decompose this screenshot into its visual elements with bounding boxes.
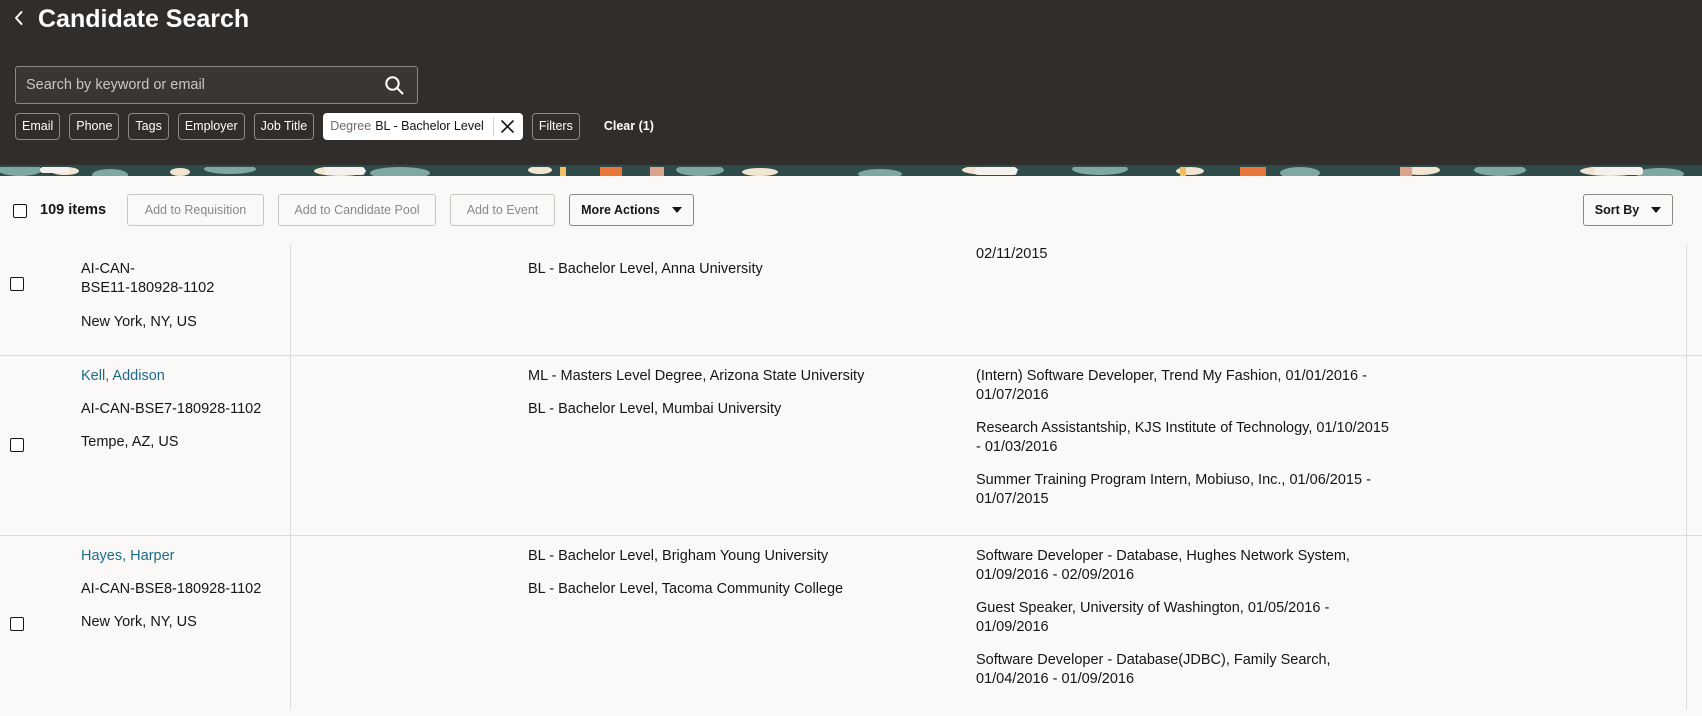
more-actions-button[interactable]: More Actions xyxy=(569,194,694,226)
caret-down-icon xyxy=(1651,207,1662,213)
add-to-candidate-pool-button[interactable]: Add to Candidate Pool xyxy=(278,194,436,226)
candidate-name-link[interactable]: Hayes, Harper xyxy=(81,547,261,566)
candidate-location: Tempe, AZ, US xyxy=(81,434,179,450)
add-to-requisition-button[interactable]: Add to Requisition xyxy=(127,194,264,226)
experience-item: Software Developer - Database, Hughes Ne… xyxy=(976,548,1350,583)
row-checkbox[interactable] xyxy=(10,438,24,452)
remove-filter-button[interactable] xyxy=(500,113,522,140)
filter-chip-degree-label: Degree xyxy=(330,119,372,133)
experience-item: (Intern) Software Developer, Trend My Fa… xyxy=(976,368,1367,403)
filter-chip-tags[interactable]: Tags xyxy=(128,112,169,140)
clear-filters-link[interactable]: Clear (1) xyxy=(604,119,654,133)
row-checkbox[interactable] xyxy=(10,617,24,631)
candidate-id-line: AI-CAN- xyxy=(81,261,135,277)
candidate-location: New York, NY, US xyxy=(81,314,197,330)
filters-button[interactable]: Filters xyxy=(531,112,580,140)
candidate-experience: 02/11/2015 xyxy=(976,245,1396,264)
filter-chip-job-title[interactable]: Job Title xyxy=(253,112,315,140)
add-to-event-button[interactable]: Add to Event xyxy=(450,194,555,226)
decorative-banner xyxy=(0,165,1702,176)
chevron-left-icon xyxy=(15,11,23,25)
decorative-pattern xyxy=(0,165,1702,176)
candidate-education: BL - Bachelor Level, Anna University xyxy=(528,260,763,279)
sort-by-button[interactable]: Sort By xyxy=(1583,194,1673,226)
experience-item: Guest Speaker, University of Washington,… xyxy=(976,600,1330,635)
experience-item: 02/11/2015 xyxy=(976,246,1048,262)
education-item: BL - Bachelor Level, Tacoma Community Co… xyxy=(528,581,844,597)
select-all-checkbox[interactable] xyxy=(13,204,27,218)
page-header: Candidate Search Email Phone Tags Employ… xyxy=(0,0,1702,165)
row-checkbox[interactable] xyxy=(10,277,24,291)
candidate-info: Kell, Addison AI-CAN-BSE7-180928-1102 Te… xyxy=(81,367,261,452)
filter-chip-degree[interactable]: Degree BL - Bachelor Level xyxy=(323,112,523,140)
candidate-experience: (Intern) Software Developer, Trend My Fa… xyxy=(976,367,1396,509)
more-actions-label: More Actions xyxy=(581,203,660,217)
table-row: Kell, Addison AI-CAN-BSE7-180928-1102 Te… xyxy=(0,356,1702,536)
candidate-education: BL - Bachelor Level, Brigham Young Unive… xyxy=(528,547,843,599)
close-icon xyxy=(501,119,515,133)
candidate-location: New York, NY, US xyxy=(81,614,197,630)
filter-chip-email[interactable]: Email xyxy=(15,112,61,140)
education-item: BL - Bachelor Level, Anna University xyxy=(528,261,763,277)
candidate-name-link[interactable]: Kell, Addison xyxy=(81,367,261,386)
filter-chips: Email Phone Tags Employer Job Title Degr… xyxy=(15,112,654,140)
search-input[interactable] xyxy=(26,67,376,103)
experience-item: Software Developer - Database(JDBC), Fam… xyxy=(976,652,1331,687)
table-row: AI-CAN- BSE11-180928-1102 New York, NY, … xyxy=(0,244,1702,356)
candidate-id-line: BSE11-180928-1102 xyxy=(81,280,215,296)
filter-chip-phone[interactable]: Phone xyxy=(69,112,120,140)
education-item: BL - Bachelor Level, Brigham Young Unive… xyxy=(528,548,829,564)
search-icon[interactable] xyxy=(384,75,404,95)
chip-divider xyxy=(492,117,494,135)
candidate-info: Hayes, Harper AI-CAN-BSE8-180928-1102 Ne… xyxy=(81,547,261,632)
page-title: Candidate Search xyxy=(38,5,250,33)
filter-chip-degree-value: BL - Bachelor Level xyxy=(375,119,484,133)
results-toolbar: 109 items Add to Requisition Add to Cand… xyxy=(0,176,1702,244)
candidate-id: AI-CAN-BSE8-180928-1102 xyxy=(81,581,262,597)
candidate-experience: Software Developer - Database, Hughes Ne… xyxy=(976,547,1396,689)
candidate-education: ML - Masters Level Degree, Arizona State… xyxy=(528,367,864,419)
search-box xyxy=(15,66,418,104)
back-button[interactable] xyxy=(8,6,30,30)
candidate-id: AI-CAN- BSE11-180928-1102 xyxy=(81,260,214,298)
items-count: 109 items xyxy=(40,202,107,218)
experience-item: Research Assistantship, KJS Institute of… xyxy=(976,420,1389,455)
candidate-id: AI-CAN-BSE7-180928-1102 xyxy=(81,401,262,417)
caret-down-icon xyxy=(671,207,682,213)
experience-item: Summer Training Program Intern, Mobiuso,… xyxy=(976,472,1371,507)
education-item: ML - Masters Level Degree, Arizona State… xyxy=(528,368,865,384)
filter-chip-employer[interactable]: Employer xyxy=(177,112,245,140)
sort-by-label: Sort By xyxy=(1594,203,1640,217)
table-row: Hayes, Harper AI-CAN-BSE8-180928-1102 Ne… xyxy=(0,536,1702,716)
education-item: BL - Bachelor Level, Mumbai University xyxy=(528,401,782,417)
